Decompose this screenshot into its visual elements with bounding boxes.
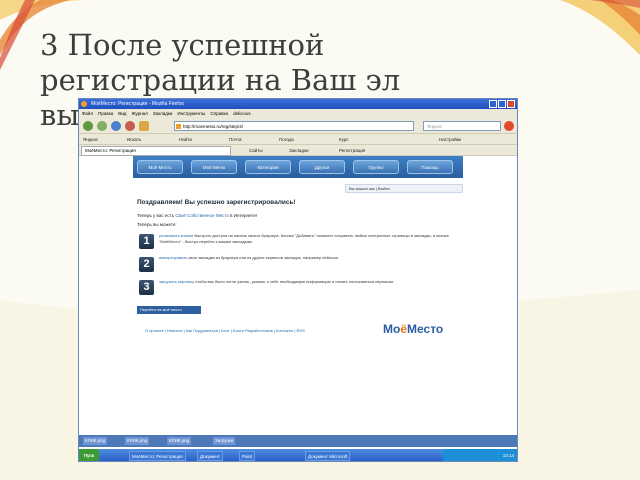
nav-groups[interactable]: Группы <box>353 160 399 174</box>
intro-prefix: Теперь у вас есть <box>137 213 175 218</box>
menu-bar: Файл Правка Вид Журнал Закладки Инструме… <box>79 109 517 118</box>
nav-categories[interactable]: Категории <box>245 160 291 174</box>
window-controls <box>489 100 515 108</box>
intro-suffix: в Интернете! <box>230 213 258 218</box>
logo-part-b: Место <box>407 322 444 336</box>
step-desc-3: чтобы вас было легче узнать, указать о с… <box>195 279 394 284</box>
menu-bookmarks[interactable]: Закладки <box>153 109 172 118</box>
menu-tools[interactable]: Инструменты <box>177 109 205 118</box>
minimize-button[interactable] <box>489 100 497 108</box>
toolbar-search[interactable]: Искать <box>127 134 141 145</box>
forward-arrow-icon[interactable] <box>97 121 107 131</box>
toolbar-rate[interactable]: Курс <box>339 134 349 145</box>
downloads-bar: КЛИК.png КЛИК.png КЛИК.png Загрузки <box>79 435 517 447</box>
install-buttons-link[interactable]: установить кнопки <box>159 233 193 238</box>
task-word[interactable]: Документ Microsoft <box>305 451 351 461</box>
import-link[interactable]: импортировать <box>159 255 187 260</box>
menu-file[interactable]: Файл <box>82 109 93 118</box>
step-number-1: 1 <box>139 234 154 249</box>
step-text-3: загрузить картинку чтобы вас было легче … <box>159 279 464 285</box>
intro-text: Теперь у вас есть Своё Собственное Место… <box>137 213 257 218</box>
yandex-logo[interactable]: Яндекс <box>83 134 98 145</box>
footer-links[interactable]: О проекте | Новости | Как Подружиться | … <box>145 328 305 333</box>
step-desc-1: быстрого доступа на панель своего браузе… <box>159 233 449 244</box>
task-paint[interactable]: Paint <box>239 451 256 461</box>
navigation-toolbar: http://moemesto.ru/reg/step/4/ Яндекс <box>79 118 517 134</box>
go-to-my-place-button[interactable]: Перейти на моё место <box>137 306 201 314</box>
menu-history[interactable]: Журнал <box>131 109 147 118</box>
toolbar-register[interactable]: Регистрация <box>339 145 365 156</box>
step-text-2: импортировать свои закладки из браузера … <box>159 255 464 261</box>
nav-my-menu[interactable]: Моё Меню <box>191 160 237 174</box>
tab-label: МоёМесто: Регистрация <box>85 148 136 153</box>
toolbar-weather[interactable]: Погода <box>279 134 294 145</box>
step-text-1: установить кнопки быстрого доступа на па… <box>159 233 464 245</box>
window-title: МоёМесто: Регистрация - Mozilla Firefox <box>91 101 184 107</box>
window-titlebar: МоёМесто: Регистрация - Mozilla Firefox <box>79 99 517 109</box>
download-item-4[interactable]: Загрузки <box>213 437 236 445</box>
site-logo: МоёМесто <box>383 322 443 336</box>
toolbar-mail[interactable]: Почта <box>229 134 242 145</box>
user-bar[interactable]: Вы вошли как | Выйти <box>345 184 463 193</box>
close-button[interactable] <box>507 100 515 108</box>
site-header: Моё Место Моё Меню Категории Друзья Груп… <box>133 156 463 178</box>
home-icon[interactable] <box>139 121 149 131</box>
menu-delicious[interactable]: delicious <box>233 109 251 118</box>
toolbar-bookmarks[interactable]: Закладки <box>289 145 308 156</box>
menu-view[interactable]: Вид <box>118 109 126 118</box>
step-desc-2: свои закладки из браузера или из других … <box>188 255 339 260</box>
clock: 10:14 <box>502 453 514 458</box>
toolbar-sites[interactable]: Сайты <box>249 145 263 156</box>
windows-taskbar: Пуск МоёМесто: Регистрация Документ Pain… <box>79 449 517 461</box>
logo-part-o: ё <box>400 322 408 336</box>
logo-part-a: Мо <box>383 322 401 336</box>
toolbar-find[interactable]: Найти <box>179 134 192 145</box>
nav-help[interactable]: Помощь <box>407 160 453 174</box>
maximize-button[interactable] <box>498 100 506 108</box>
tab-registration[interactable]: МоёМесто: Регистрация <box>81 146 231 156</box>
yandex-toolbar: Яндекс Искать Найти Почта Погода Курс На… <box>79 134 517 145</box>
download-item-2[interactable]: КЛИК.png <box>125 437 150 445</box>
nav-friends[interactable]: Друзья <box>299 160 345 174</box>
address-text: http://moemesto.ru/reg/step/4/ <box>183 124 244 129</box>
own-place-link[interactable]: Своё Собственное Место <box>175 213 229 218</box>
start-button[interactable]: Пуск <box>79 449 99 461</box>
toolbar-settings[interactable]: Настройки <box>439 134 461 145</box>
system-tray: 10:14 <box>443 449 517 461</box>
reload-icon[interactable] <box>111 121 121 131</box>
firefox-icon <box>81 101 87 107</box>
menu-edit[interactable]: Правка <box>98 109 113 118</box>
slide-title-tail: вы <box>40 97 80 132</box>
browser-screenshot: МоёМесто: Регистрация - Mozilla Firefox … <box>78 98 518 462</box>
download-item-3[interactable]: КЛИК.png <box>167 437 192 445</box>
menu-help[interactable]: Справка <box>210 109 228 118</box>
back-arrow-icon[interactable] <box>83 121 93 131</box>
steps-label: Теперь вы можете: <box>137 222 177 227</box>
nav-my-place[interactable]: Моё Место <box>137 160 183 174</box>
step-number-2: 2 <box>139 257 154 272</box>
slide-title-text: 3 После успешной регистрации на Ваш эл <box>40 28 401 97</box>
step-number-3: 3 <box>139 280 154 295</box>
site-favicon-icon <box>176 124 181 129</box>
page-content: Моё Место Моё Меню Категории Друзья Груп… <box>79 156 517 424</box>
page-title: Поздравляем! Вы успешно зарегистрировали… <box>137 199 296 206</box>
search-input[interactable]: Яндекс <box>423 121 501 131</box>
search-placeholder: Яндекс <box>427 124 443 129</box>
download-item-1[interactable]: КЛИК.png <box>83 437 108 445</box>
tab-bar: МоёМесто: Регистрация Сайты Закладки Рег… <box>79 145 517 156</box>
stop-icon[interactable] <box>125 121 135 131</box>
search-engine-icon[interactable] <box>504 121 514 131</box>
address-bar[interactable]: http://moemesto.ru/reg/step/4/ <box>174 121 414 131</box>
task-document[interactable]: Документ <box>197 451 223 461</box>
upload-picture-link[interactable]: загрузить картинку <box>159 279 194 284</box>
task-browser[interactable]: МоёМесто: Регистрация <box>129 451 186 461</box>
